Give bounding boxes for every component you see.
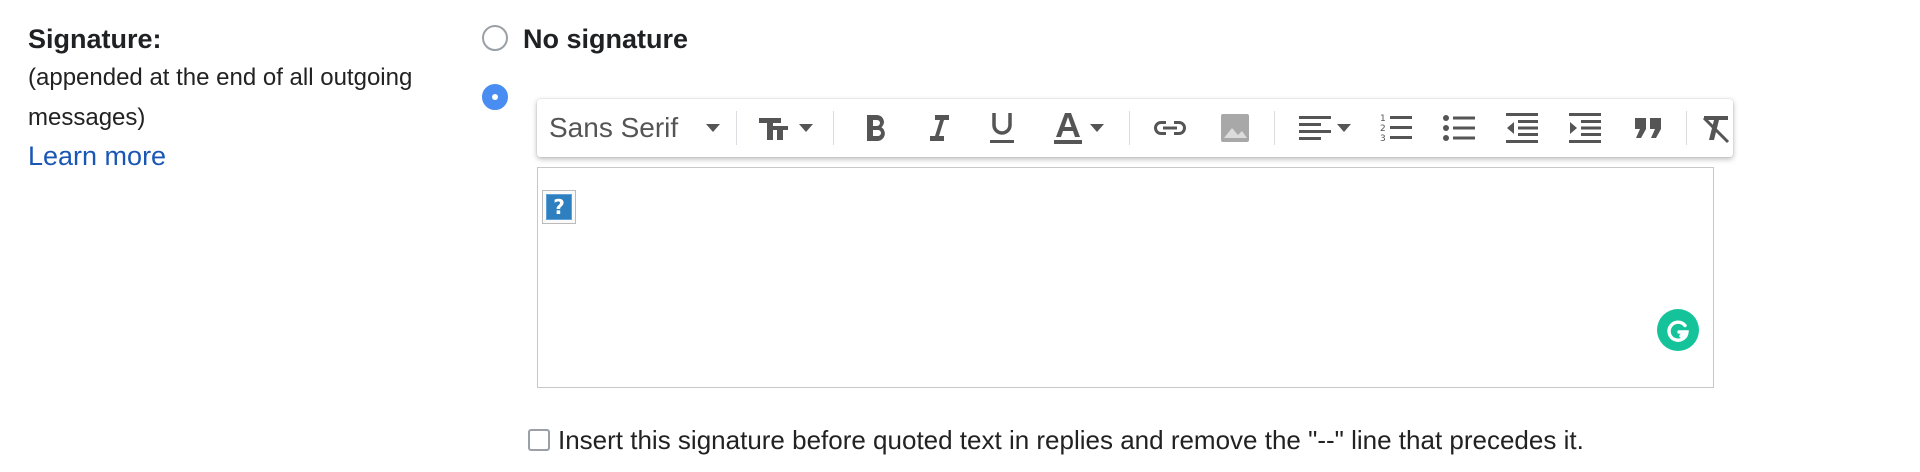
learn-more-link[interactable]: Learn more bbox=[28, 136, 166, 176]
signature-label-group: Signature: (appended at the end of all o… bbox=[28, 20, 458, 176]
signature-subtitle-line2: messages) bbox=[28, 104, 146, 131]
indent-more-button[interactable] bbox=[1560, 99, 1610, 157]
toolbar-divider bbox=[1274, 111, 1275, 145]
italic-icon bbox=[930, 115, 949, 141]
grammarly-g-icon bbox=[1667, 320, 1689, 342]
broken-image-glyph: ? bbox=[546, 194, 572, 220]
italic-button[interactable] bbox=[914, 99, 964, 157]
bold-button[interactable] bbox=[851, 99, 901, 157]
numbered-list-button[interactable]: 1 2 3 bbox=[1371, 99, 1421, 157]
svg-text:2: 2 bbox=[1380, 124, 1386, 134]
font-family-select[interactable]: Sans Serif bbox=[549, 99, 725, 157]
chevron-down-icon bbox=[799, 124, 813, 132]
align-left-icon bbox=[1299, 116, 1331, 140]
toolbar-divider bbox=[1129, 111, 1130, 145]
toolbar-divider bbox=[736, 111, 737, 145]
formatting-toolbar: Sans Serif 1 2 3 bbox=[537, 99, 1733, 157]
broken-image-icon: ? bbox=[542, 190, 576, 224]
link-button[interactable] bbox=[1144, 99, 1196, 157]
text-color-button[interactable] bbox=[1040, 99, 1116, 157]
indent-less-button[interactable] bbox=[1497, 99, 1547, 157]
align-button[interactable] bbox=[1290, 99, 1360, 157]
numbered-list-icon: 1 2 3 bbox=[1380, 114, 1412, 144]
quote-button[interactable] bbox=[1623, 99, 1673, 157]
toolbar-divider bbox=[1686, 111, 1687, 145]
toolbar-divider bbox=[833, 111, 834, 145]
remove-formatting-button[interactable] bbox=[1697, 99, 1735, 157]
indent-more-icon bbox=[1569, 113, 1601, 143]
signature-editor[interactable]: ? bbox=[537, 167, 1714, 388]
font-size-button[interactable] bbox=[750, 99, 820, 157]
underline-button[interactable] bbox=[977, 99, 1027, 157]
text-color-icon bbox=[1054, 113, 1082, 144]
image-icon bbox=[1221, 114, 1249, 142]
indent-less-icon bbox=[1506, 113, 1538, 143]
font-family-value: Sans Serif bbox=[549, 112, 679, 143]
remove-formatting-icon bbox=[1702, 116, 1730, 144]
svg-text:1: 1 bbox=[1380, 114, 1386, 124]
quote-icon bbox=[1635, 118, 1661, 138]
svg-text:3: 3 bbox=[1380, 134, 1386, 144]
insert-before-quoted-label[interactable]: Insert this signature before quoted text… bbox=[558, 422, 1584, 458]
chevron-down-icon bbox=[706, 124, 721, 132]
grammarly-icon[interactable] bbox=[1657, 309, 1699, 351]
signature-subtitle-line1: (appended at the end of all outgoing bbox=[28, 64, 413, 91]
underline-icon bbox=[990, 113, 1014, 143]
insert-before-quoted-checkbox[interactable] bbox=[528, 429, 550, 451]
no-signature-label[interactable]: No signature bbox=[523, 20, 688, 58]
link-icon bbox=[1154, 121, 1186, 135]
no-signature-radio[interactable] bbox=[482, 25, 508, 51]
chevron-down-icon bbox=[1337, 124, 1351, 132]
signature-title: Signature: bbox=[28, 24, 162, 54]
bold-icon bbox=[867, 115, 885, 141]
bulleted-list-button[interactable] bbox=[1434, 99, 1484, 157]
custom-signature-radio[interactable] bbox=[482, 84, 508, 110]
font-size-icon bbox=[759, 118, 788, 140]
chevron-down-icon bbox=[1090, 124, 1104, 132]
bulleted-list-icon bbox=[1443, 115, 1475, 141]
insert-image-button[interactable] bbox=[1209, 99, 1261, 157]
